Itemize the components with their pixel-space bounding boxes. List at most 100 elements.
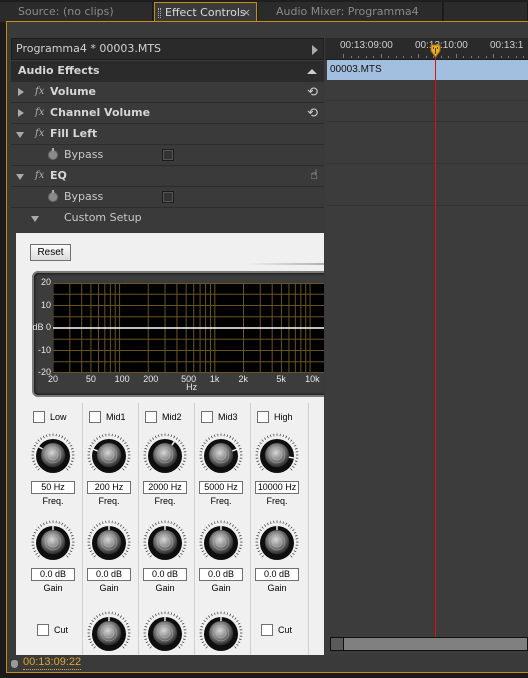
q-knob[interactable] bbox=[143, 611, 187, 655]
fx-icon[interactable]: fx bbox=[35, 166, 44, 186]
fx-icon[interactable]: fx bbox=[35, 103, 44, 123]
tab-effect-controls[interactable]: Effect Controls × bbox=[154, 2, 257, 22]
freq-value-field[interactable]: 200 Hz bbox=[87, 481, 131, 494]
band-label: Mid3 bbox=[218, 412, 238, 422]
freq-value-field[interactable]: 50 Hz bbox=[31, 481, 75, 494]
band-enable-checkbox[interactable] bbox=[33, 411, 45, 423]
effect-row-fill-left[interactable]: fx Fill Left bbox=[11, 124, 324, 145]
tab-audio-mixer[interactable]: Audio Mixer: Programma4 bbox=[258, 2, 443, 22]
x-tick-label: 1k bbox=[209, 374, 220, 384]
freq-knob[interactable] bbox=[143, 433, 187, 477]
cut-label: Cut bbox=[278, 625, 293, 635]
effect-name: Volume bbox=[50, 85, 96, 98]
fx-icon[interactable]: fx bbox=[35, 124, 44, 144]
gain-value-field[interactable]: 0.0 dB bbox=[31, 568, 75, 581]
effect-name: EQ bbox=[50, 169, 67, 182]
gain-knob[interactable] bbox=[143, 520, 187, 564]
gain-knob[interactable] bbox=[31, 520, 75, 564]
freq-knob[interactable] bbox=[87, 433, 131, 477]
band-enable-checkbox[interactable] bbox=[145, 411, 157, 423]
horizontal-scrollbar[interactable] bbox=[330, 637, 528, 651]
band-enable-checkbox[interactable] bbox=[201, 411, 213, 423]
effect-name: Fill Left bbox=[50, 127, 98, 140]
freq-caption: Freq. bbox=[154, 496, 176, 506]
current-timecode[interactable]: 00:13:09:22 bbox=[23, 656, 82, 670]
gain-knob[interactable] bbox=[255, 520, 299, 564]
x-tick-label: 10k bbox=[305, 374, 320, 384]
freq-value-field[interactable]: 2000 Hz bbox=[143, 481, 187, 494]
clip-name: 00003.MTS bbox=[330, 64, 382, 75]
freq-value-field[interactable]: 10000 Hz bbox=[255, 481, 299, 494]
effect-row-channel-volume[interactable]: fx Channel Volume ⟲ bbox=[11, 103, 324, 124]
freq-knob[interactable] bbox=[255, 433, 299, 477]
clip-bar[interactable]: 00003.MTS bbox=[327, 60, 528, 80]
collapse-arrow-icon[interactable] bbox=[16, 174, 24, 180]
gain-knob[interactable] bbox=[199, 520, 243, 564]
freq-caption: Freq. bbox=[266, 496, 288, 506]
band-separator bbox=[138, 403, 139, 655]
stopwatch-icon[interactable] bbox=[48, 190, 58, 202]
gain-value-field[interactable]: 0.0 dB bbox=[255, 568, 299, 581]
drag-grip-icon[interactable] bbox=[158, 8, 161, 18]
bypass-checkbox[interactable] bbox=[162, 149, 174, 161]
band-enable-checkbox[interactable] bbox=[257, 411, 269, 423]
ruler-tick bbox=[388, 56, 389, 58]
fx-icon[interactable]: fx bbox=[35, 82, 44, 102]
status-bar: 00:13:09:22 bbox=[8, 655, 528, 672]
y-tick-label: 10 bbox=[40, 299, 51, 310]
ruler-tick bbox=[508, 56, 509, 58]
gain-value-field[interactable]: 0.0 dB bbox=[199, 568, 243, 581]
hand-icon[interactable]: ☝ bbox=[310, 166, 318, 186]
y-tick-label: dB 0 bbox=[32, 322, 51, 332]
band-separator bbox=[194, 403, 195, 655]
x-tick-label: 200 bbox=[143, 374, 159, 384]
collapse-arrow-icon[interactable] bbox=[31, 216, 39, 222]
stopwatch-icon[interactable] bbox=[48, 148, 58, 160]
reset-icon[interactable]: ⟲ bbox=[307, 83, 318, 103]
ruler-tick bbox=[455, 54, 457, 58]
effect-row-volume[interactable]: fx Volume ⟲ bbox=[11, 82, 324, 103]
playhead-line[interactable] bbox=[435, 50, 436, 638]
q-knob[interactable] bbox=[199, 611, 243, 655]
ruler-tick bbox=[350, 56, 352, 58]
reset-icon[interactable]: ⟲ bbox=[307, 104, 318, 124]
close-icon[interactable]: × bbox=[242, 3, 251, 22]
ruler-tick bbox=[523, 56, 524, 58]
gain-caption: Gain bbox=[155, 583, 175, 593]
x-tick-label: 2k bbox=[238, 374, 249, 384]
ruler-label: 00:13:1 bbox=[490, 40, 524, 51]
effect-row-eq[interactable]: fx EQ ☝ bbox=[11, 166, 324, 187]
timeline-row bbox=[327, 164, 528, 206]
tab-source[interactable]: Source: (no clips) bbox=[0, 2, 153, 22]
gain-knob[interactable] bbox=[87, 520, 131, 564]
freq-knob[interactable] bbox=[31, 433, 75, 477]
cut-checkbox[interactable] bbox=[37, 624, 49, 636]
q-knob[interactable] bbox=[87, 611, 131, 655]
expand-arrow-icon[interactable] bbox=[18, 109, 24, 117]
freq-value-field[interactable]: 5000 Hz bbox=[199, 481, 243, 494]
param-row-fill-left-bypass: Bypass bbox=[11, 145, 324, 166]
freq-caption: Freq. bbox=[98, 496, 120, 506]
gain-value-field[interactable]: 0.0 dB bbox=[87, 568, 131, 581]
ruler-tick bbox=[448, 56, 449, 58]
collapse-up-icon[interactable] bbox=[307, 69, 317, 74]
gain-caption: Gain bbox=[267, 583, 287, 593]
show-timeline-arrow-icon[interactable] bbox=[312, 45, 318, 55]
time-ruler[interactable]: 00:13:09:00 00:13:10:00 00:13:1 bbox=[325, 38, 528, 60]
gain-value-field[interactable]: 0.0 dB bbox=[143, 568, 187, 581]
freq-knob[interactable] bbox=[199, 433, 243, 477]
param-row-eq-bypass: Bypass bbox=[11, 187, 324, 208]
reset-button[interactable]: Reset bbox=[30, 244, 71, 261]
gain-caption: Gain bbox=[99, 583, 119, 593]
band-enable-checkbox[interactable] bbox=[89, 411, 101, 423]
clip-header[interactable]: Programma4 * 00003.MTS bbox=[11, 38, 324, 60]
expand-arrow-icon[interactable] bbox=[18, 88, 24, 96]
scrollbar-left-handle[interactable] bbox=[331, 638, 344, 650]
tab-effect-controls-label: Effect Controls bbox=[165, 6, 246, 19]
bypass-checkbox[interactable] bbox=[162, 191, 174, 203]
param-name: Bypass bbox=[64, 190, 104, 203]
cut-checkbox[interactable] bbox=[261, 624, 273, 636]
playhead-handle-icon[interactable] bbox=[430, 44, 441, 58]
x-tick-label: 100 bbox=[114, 374, 130, 384]
collapse-arrow-icon[interactable] bbox=[16, 132, 24, 138]
